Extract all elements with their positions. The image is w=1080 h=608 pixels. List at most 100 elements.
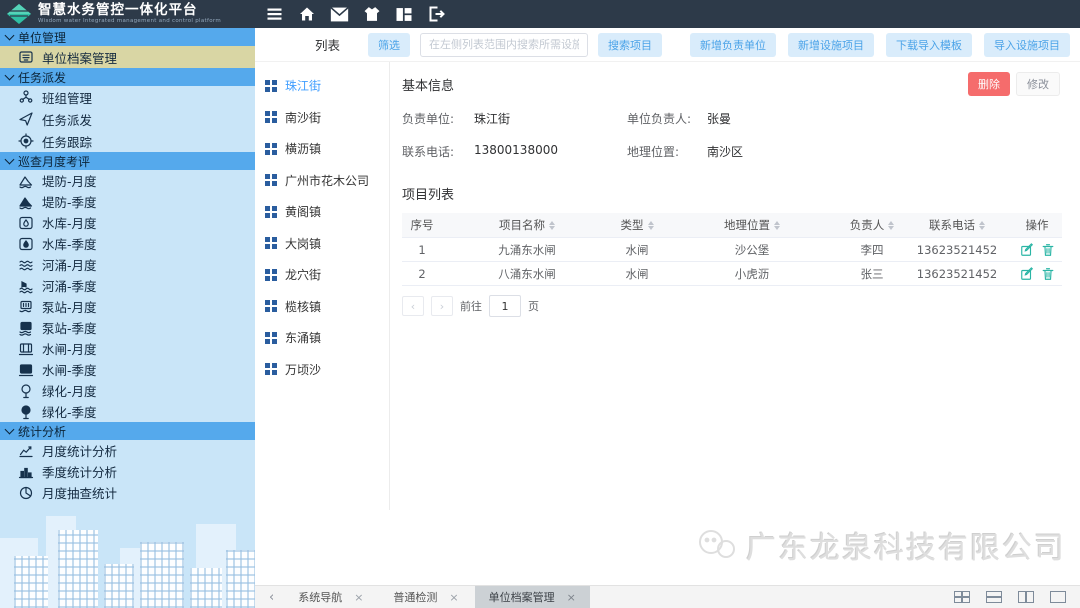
- table-header-row: 序号 项目名称 类型 地理位置 负责人 联系电话 操作: [402, 213, 1062, 238]
- sidebar-item-greening-quarterly[interactable]: 绿化-季度: [0, 401, 255, 422]
- sidebar-item-pump-quarterly[interactable]: 泵站-季度: [0, 317, 255, 338]
- sluice-gate-icon: [18, 341, 34, 357]
- sidebar-item-unit-archive[interactable]: 单位档案管理: [0, 46, 255, 68]
- sidebar-item-task-tracking[interactable]: 任务跟踪: [0, 130, 255, 152]
- home-icon[interactable]: [298, 6, 316, 22]
- district-item-huangge[interactable]: 黄阁镇: [255, 196, 389, 228]
- col-phone[interactable]: 联系电话: [902, 213, 1012, 238]
- layout-horizontal-split-icon[interactable]: [986, 591, 1002, 603]
- add-unit-button[interactable]: 新增负责单位: [690, 33, 776, 57]
- sidebar-item-reservoir-quarterly[interactable]: 水库-季度: [0, 233, 255, 254]
- delete-icon[interactable]: [1041, 243, 1055, 257]
- download-template-button[interactable]: 下载导入模板: [886, 33, 972, 57]
- sidebar-section-statistics[interactable]: 统计分析: [0, 422, 255, 440]
- sidebar-item-levee-monthly[interactable]: 堤防-月度: [0, 170, 255, 191]
- app-subtitle: Wisdom water Integrated management and c…: [38, 19, 221, 25]
- tab-unit-archive[interactable]: 单位档案管理 ×: [475, 586, 590, 608]
- app-title: 智慧水务管控一体化平台: [38, 4, 221, 18]
- project-list-title: 项目列表: [402, 184, 1060, 203]
- field-label: 地理位置:: [627, 143, 707, 160]
- tab-general-inspection[interactable]: 普通检测 ×: [379, 586, 472, 608]
- shirt-icon[interactable]: [363, 6, 381, 22]
- edit-icon[interactable]: [1020, 243, 1034, 257]
- cell-type: 水闸: [612, 238, 662, 262]
- sort-icon[interactable]: [774, 221, 780, 230]
- district-item-wanqingsha[interactable]: 万顷沙: [255, 354, 389, 386]
- cell-name: 八涌东水闸: [442, 262, 612, 286]
- delete-button[interactable]: 删除: [968, 72, 1010, 96]
- district-label: 珠江街: [285, 77, 321, 94]
- line-chart-icon: [18, 443, 34, 459]
- search-project-button[interactable]: 搜索项目: [598, 33, 662, 57]
- delete-icon[interactable]: [1041, 267, 1055, 281]
- edit-button[interactable]: 修改: [1016, 72, 1060, 96]
- cell-location: 小虎沥: [662, 262, 842, 286]
- layout-grid-icon[interactable]: [954, 591, 970, 603]
- col-person[interactable]: 负责人: [842, 213, 902, 238]
- search-input[interactable]: [420, 33, 588, 57]
- logout-icon[interactable]: [427, 6, 446, 22]
- layout-icon[interactable]: [395, 7, 413, 22]
- sidebar-section-monthly-review[interactable]: 巡查月度考评: [0, 152, 255, 170]
- tab-scroll-left-icon[interactable]: ‹: [261, 590, 282, 605]
- sidebar-item-sluice-monthly[interactable]: 水闸-月度: [0, 338, 255, 359]
- sort-icon[interactable]: [549, 221, 555, 230]
- district-item-hengli[interactable]: 横沥镇: [255, 133, 389, 165]
- cell-phone: 13623521452: [902, 238, 1012, 262]
- reservoir-icon: [18, 236, 34, 252]
- tab-system-nav[interactable]: 系统导航 ×: [284, 586, 377, 608]
- district-item-lanhe[interactable]: 榄核镇: [255, 291, 389, 323]
- river-icon: [18, 278, 34, 294]
- sort-icon[interactable]: [979, 221, 985, 230]
- district-item-longxue[interactable]: 龙穴街: [255, 259, 389, 291]
- layout-single-icon[interactable]: [1050, 591, 1066, 603]
- district-item-zhujiang[interactable]: 珠江街: [255, 70, 389, 102]
- sidebar-item-task-dispatch[interactable]: 任务派发: [0, 108, 255, 130]
- district-label: 横沥镇: [285, 140, 321, 157]
- sidebar-item-pump-monthly[interactable]: 泵站-月度: [0, 296, 255, 317]
- sidebar-item-label: 水库-月度: [42, 213, 97, 232]
- sidebar-section-unit-management[interactable]: 单位管理: [0, 28, 255, 46]
- sidebar-item-reservoir-monthly[interactable]: 水库-月度: [0, 212, 255, 233]
- close-icon[interactable]: ×: [449, 591, 458, 604]
- mail-icon[interactable]: [330, 7, 349, 22]
- district-item-nansha[interactable]: 南沙街: [255, 102, 389, 134]
- levee-icon: [18, 173, 34, 189]
- district-item-dagang[interactable]: 大岗镇: [255, 228, 389, 260]
- sidebar-item-monthly-stats[interactable]: 月度统计分析: [0, 440, 255, 461]
- sidebar-item-levee-quarterly[interactable]: 堤防-季度: [0, 191, 255, 212]
- sidebar-section-task-dispatch[interactable]: 任务派发: [0, 68, 255, 86]
- col-location[interactable]: 地理位置: [662, 213, 842, 238]
- sidebar-item-label: 泵站-季度: [42, 318, 97, 337]
- col-project-name[interactable]: 项目名称: [442, 213, 612, 238]
- sort-icon[interactable]: [888, 221, 894, 230]
- district-label: 龙穴街: [285, 266, 321, 283]
- sidebar-item-team-management[interactable]: 班组管理: [0, 86, 255, 108]
- prev-page-button[interactable]: ‹: [402, 296, 424, 316]
- import-project-button[interactable]: 导入设施项目: [984, 33, 1070, 57]
- sort-icon[interactable]: [648, 221, 654, 230]
- district-item-dongchong[interactable]: 东涌镇: [255, 322, 389, 354]
- sidebar-item-river-monthly[interactable]: 河涌-月度: [0, 254, 255, 275]
- district-item-huamu-company[interactable]: 广州市花木公司: [255, 165, 389, 197]
- menu-icon[interactable]: [265, 6, 284, 22]
- district-label: 大岗镇: [285, 235, 321, 252]
- sidebar-item-quarterly-stats[interactable]: 季度统计分析: [0, 461, 255, 482]
- sidebar-item-label: 月度统计分析: [42, 441, 117, 460]
- next-page-button[interactable]: ›: [431, 296, 453, 316]
- col-type[interactable]: 类型: [612, 213, 662, 238]
- add-project-button[interactable]: 新增设施项目: [788, 33, 874, 57]
- edit-icon[interactable]: [1020, 267, 1034, 281]
- field-value: 珠江街: [474, 110, 510, 127]
- page-number-input[interactable]: [489, 295, 521, 317]
- sidebar-item-river-quarterly[interactable]: 河涌-季度: [0, 275, 255, 296]
- sidebar-item-sluice-quarterly[interactable]: 水闸-季度: [0, 359, 255, 380]
- app-logo-icon: [6, 3, 32, 25]
- layout-vertical-split-icon[interactable]: [1018, 591, 1034, 603]
- chevron-down-icon: [5, 71, 15, 81]
- filter-button[interactable]: 筛选: [368, 33, 410, 57]
- close-icon[interactable]: ×: [354, 591, 363, 604]
- sidebar-item-greening-monthly[interactable]: 绿化-月度: [0, 380, 255, 401]
- close-icon[interactable]: ×: [567, 591, 576, 604]
- sidebar-item-monthly-spotcheck-stats[interactable]: 月度抽查统计: [0, 482, 255, 503]
